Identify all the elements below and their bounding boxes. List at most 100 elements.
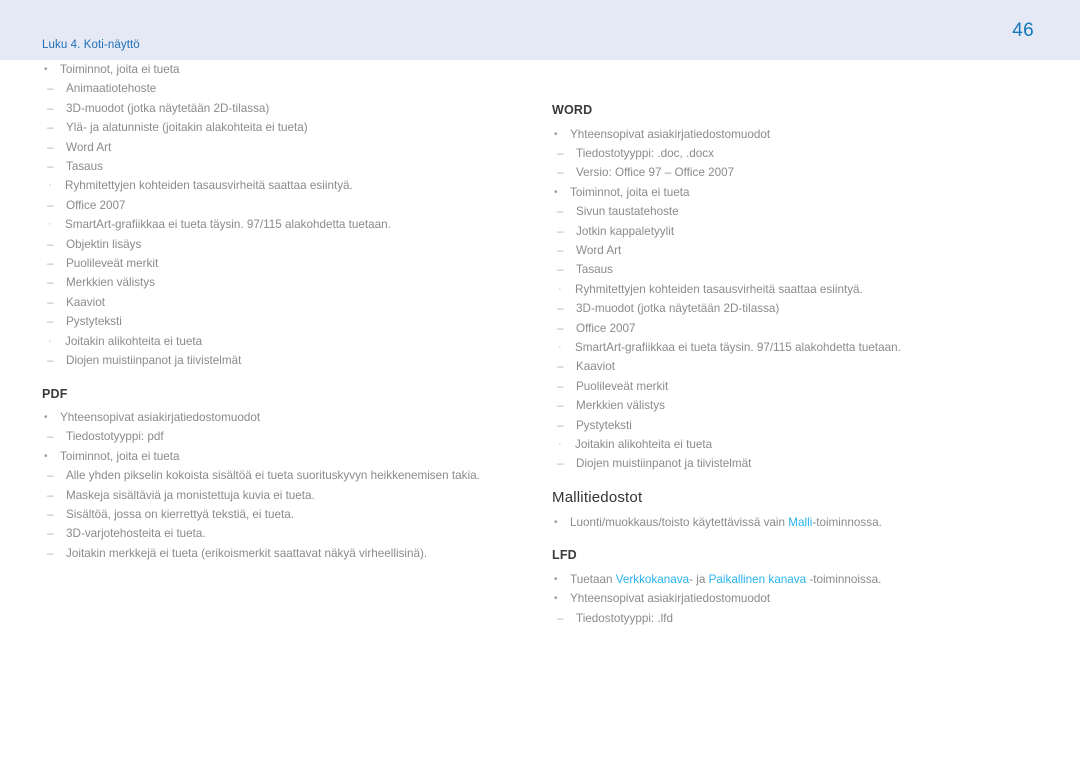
list-item: – Maskeja sisältäviä ja monistettuja kuv… <box>42 486 512 505</box>
list-item-label: Pystyteksti <box>576 418 632 432</box>
list-item-label: Pystyteksti <box>66 315 122 329</box>
lfd-list: • Tuetaan Verkkokanava- ja Paikallinen k… <box>552 570 1022 609</box>
dash-level2-icon: – <box>557 166 564 180</box>
list-item-label: Word Art <box>66 140 112 154</box>
dash-level2-icon: – <box>47 469 54 483</box>
list-item-label: Tiedostotyyppi: pdf <box>66 430 164 444</box>
lfd-bullet1-suffix: -toiminnoissa. <box>806 572 882 586</box>
dash-level2-icon: – <box>557 611 564 625</box>
lfd-bullet1-prefix: Tuetaan <box>570 572 616 586</box>
left-column: • Toiminnot, joita ei tueta – Animaatiot… <box>42 60 512 563</box>
dash-level2-icon: – <box>47 82 54 96</box>
dash-level2-icon: – <box>557 243 564 257</box>
dash-level2-icon: – <box>47 508 54 522</box>
left-intro-subsublist-office: · SmartArt-grafiikkaa ei tueta täysin. 9… <box>42 215 512 234</box>
dash-level2-icon: – <box>557 360 564 374</box>
list-item: – Jotkin kappaletyylit <box>552 222 1022 241</box>
left-intro-sublist: – Animaatiotehoste – 3D-muodot (jotka nä… <box>42 79 512 176</box>
list-item: – Tasaus <box>552 260 1022 279</box>
list-item-label: Yhteensopivat asiakirjatiedostomuodot <box>570 592 771 606</box>
list-item: · SmartArt-grafiikkaa ei tueta täysin. 9… <box>552 338 1022 357</box>
list-item: • Yhteensopivat asiakirjatiedostomuodot <box>552 125 1022 144</box>
section-heading-lfd: LFD <box>552 548 577 563</box>
section-heading-pdf: PDF <box>42 386 68 401</box>
lfd-highlight-verkkokanava: Verkkokanava <box>615 572 690 586</box>
dash-level2-icon: – <box>47 121 54 135</box>
list-item: – Puolileveät merkit <box>42 254 512 273</box>
list-item-label: 3D-varjotehosteita ei tueta. <box>66 527 206 541</box>
list-item: · Ryhmitettyjen kohteiden tasausvirheitä… <box>42 176 512 195</box>
list-item-label: Tasaus <box>576 263 614 277</box>
left-intro-list: • Toiminnot, joita ei tueta <box>42 60 512 79</box>
list-item-label: Kaaviot <box>576 360 615 374</box>
list-item: – Word Art <box>552 241 1022 260</box>
list-item-label: Toiminnot, joita ei tueta <box>60 449 180 463</box>
list-item: • Yhteensopivat asiakirjatiedostomuodot <box>552 589 1022 608</box>
list-item-label: Objektin lisäys <box>66 237 142 251</box>
list-item: · Joitakin alikohteita ei tueta <box>552 435 1022 454</box>
middot-level3-icon: · <box>558 438 562 450</box>
right-column: WORD • Yhteensopivat asiakirjatiedostomu… <box>552 60 1022 628</box>
dash-level2-icon: – <box>47 101 54 115</box>
list-item: • Toiminnot, joita ei tueta <box>42 447 512 466</box>
list-item-label: 3D-muodot (jotka näytetään 2D-tilassa) <box>66 101 270 115</box>
bullet-level1-icon: • <box>554 593 558 605</box>
list-item: – Kaaviot <box>42 293 512 312</box>
list-item: – Diojen muistiinpanot ja tiivistelmät <box>42 351 512 370</box>
dash-level2-icon: – <box>47 315 54 329</box>
dash-level2-icon: – <box>47 198 54 212</box>
word-unsupported-sublist-d: – Diojen muistiinpanot ja tiivistelmät <box>552 454 1022 473</box>
list-item: – Sisältöä, jossa on kierrettyä tekstiä,… <box>42 505 512 524</box>
dash-level2-icon: – <box>47 430 54 444</box>
dash-level2-icon: – <box>557 224 564 238</box>
dash-level2-icon: – <box>47 354 54 368</box>
list-item-label: Tiedostotyyppi: .lfd <box>576 611 674 625</box>
list-item: • Toiminnot, joita ei tueta <box>42 60 512 79</box>
template-bullet-prefix: Luonti/muokkaus/toisto käytettävissä vai… <box>570 515 789 529</box>
list-item-label: Ylä- ja alatunniste (joitakin alakohteit… <box>66 121 308 135</box>
word-subsublist-pystyteksti: · Joitakin alikohteita ei tueta <box>552 435 1022 454</box>
list-item-label: Tasaus <box>66 160 104 174</box>
pdf-unsupported-list: • Toiminnot, joita ei tueta <box>42 447 512 466</box>
list-item: – Alle yhden pikselin kokoista sisältöä … <box>42 466 512 485</box>
list-item-label: Kaaviot <box>66 295 105 309</box>
list-item-label: Tiedostotyyppi: .doc, .docx <box>576 146 714 160</box>
pdf-formats-sublist: – Tiedostotyyppi: pdf <box>42 427 512 446</box>
list-item-label: Toiminnot, joita ei tueta <box>60 63 180 76</box>
list-item: – Tiedostotyyppi: .lfd <box>552 609 1022 628</box>
bullet-level1-icon: • <box>554 516 558 528</box>
bullet-level1-icon: • <box>554 128 558 140</box>
template-highlight-malli: Malli <box>788 515 813 529</box>
word-unsupported-sublist-a: – Sivun taustatehoste – Jotkin kappalety… <box>552 202 1022 280</box>
list-item: – Puolileveät merkit <box>552 377 1022 396</box>
middot-level3-icon: · <box>558 282 562 295</box>
list-item: – Animaatiotehoste <box>42 79 512 98</box>
list-item-label: Yhteensopivat asiakirjatiedostomuodot <box>60 411 261 424</box>
list-item: – Word Art <box>42 138 512 157</box>
dash-level2-icon: – <box>47 295 54 309</box>
list-item-label: SmartArt-grafiikkaa ei tueta täysin. 97/… <box>575 340 901 354</box>
word-unsupported-sublist-b: – 3D-muodot (jotka näytetään 2D-tilassa)… <box>552 299 1022 338</box>
list-item-label: Joitakin alikohteita ei tueta <box>65 334 203 348</box>
lfd-sublist: – Tiedostotyyppi: .lfd <box>552 609 1022 628</box>
dash-level2-icon: – <box>47 257 54 271</box>
word-subsublist-office: · SmartArt-grafiikkaa ei tueta täysin. 9… <box>552 338 1022 357</box>
dash-level2-icon: – <box>47 527 54 541</box>
word-subsublist-tasaus: · Ryhmitettyjen kohteiden tasausvirheitä… <box>552 280 1022 299</box>
list-item: • Tuetaan Verkkokanava- ja Paikallinen k… <box>552 570 1022 589</box>
list-item-label: Joitakin merkkejä ei tueta (erikoismerki… <box>66 546 428 560</box>
list-item: – Objektin lisäys <box>42 235 512 254</box>
list-item-label: Office 2007 <box>66 198 126 212</box>
dash-level2-icon: – <box>557 399 564 413</box>
list-item: – Pystyteksti <box>42 312 512 331</box>
list-item-label: Ryhmitettyjen kohteiden tasausvirheitä s… <box>575 282 863 296</box>
list-item: – Versio: Office 97 – Office 2007 <box>552 163 1022 182</box>
dash-level2-icon: – <box>47 546 54 560</box>
list-item: • Luonti/muokkaus/toisto käytettävissä v… <box>552 513 1022 532</box>
bullet-level1-icon: • <box>554 186 558 198</box>
list-item-label: SmartArt-grafiikkaa ei tueta täysin. 97/… <box>65 218 391 232</box>
word-unsupported-sublist-c: – Kaaviot – Puolileveät merkit – Merkkie… <box>552 357 1022 435</box>
list-item: – Merkkien välistys <box>42 273 512 292</box>
list-item-label: Diojen muistiinpanot ja tiivistelmät <box>576 457 752 471</box>
page-number: 46 <box>1012 20 1034 41</box>
